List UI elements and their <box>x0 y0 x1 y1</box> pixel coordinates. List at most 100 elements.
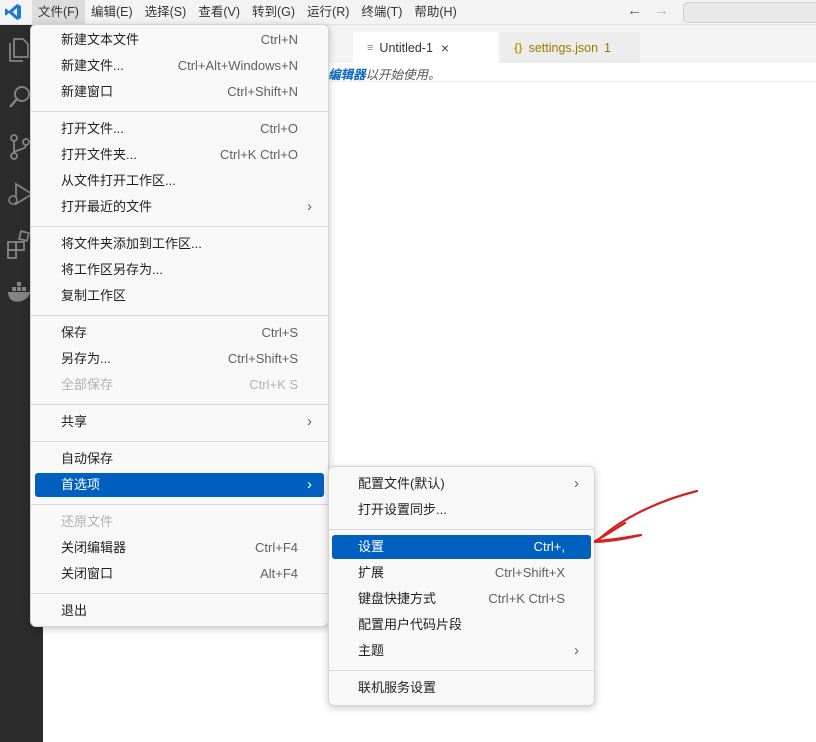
menu-item-主题[interactable]: 主题 › <box>332 639 591 663</box>
chevron-right-icon: › <box>574 475 579 492</box>
preferences-submenu: 配置文件(默认) › 打开设置同步... 设置 Ctrl+, 扩展 Ctrl+Shift+X… <box>328 466 595 706</box>
menu-item-新建窗口[interactable]: 新建窗口 Ctrl+Shift+N <box>35 80 324 104</box>
menu-item-label: 打开文件... <box>61 121 124 136</box>
menu-item-关闭编辑器[interactable]: 关闭编辑器 Ctrl+F4 <box>35 536 324 560</box>
menu-item-label: 另存为... <box>61 351 111 366</box>
close-icon[interactable]: × <box>441 40 449 56</box>
text-file-icon: ≡ <box>367 41 374 54</box>
menu-item-打开文件夹[interactable]: 打开文件夹... Ctrl+K Ctrl+O <box>35 143 324 167</box>
editor-hint-text: 以开始使用。 <box>365 68 441 82</box>
menu-item-将文件夹添加到工作区[interactable]: 将文件夹添加到工作区... <box>35 232 324 256</box>
menu-go[interactable]: 转到(G) <box>246 0 301 24</box>
problem-count-badge: 1 <box>604 40 611 55</box>
menu-item-shortcut: Ctrl+Shift+S <box>227 351 298 366</box>
menu-item-关闭窗口[interactable]: 关闭窗口 Alt+F4 <box>35 562 324 586</box>
vscode-logo-icon[interactable] <box>4 3 22 21</box>
annotation-arrow <box>593 489 699 544</box>
menu-item-label: 保存 <box>61 325 88 340</box>
menu-item-shortcut: Ctrl+S <box>261 325 298 340</box>
tab-settings-json[interactable]: {} settings.json 1 <box>500 32 640 63</box>
menu-item-联机服务设置[interactable]: 联机服务设置 <box>332 676 591 700</box>
chevron-right-icon: › <box>307 198 312 215</box>
menu-item-label: 主题 <box>358 643 385 658</box>
menu-separator <box>31 441 328 442</box>
menu-item-shortcut: Ctrl+K Ctrl+S <box>488 591 565 606</box>
menu-view[interactable]: 查看(V) <box>192 0 246 24</box>
title-bar: 文件(F) 编辑(E) 选择(S) 查看(V) 转到(G) 运行(R) 终端(T… <box>0 0 816 25</box>
json-file-icon: {} <box>514 41 523 54</box>
editor-hint-link[interactable]: 编辑器 <box>328 68 366 82</box>
menu-item-自动保存[interactable]: 自动保存 <box>35 447 324 471</box>
menu-separator <box>329 529 594 530</box>
menu-item-首选项[interactable]: 首选项 › <box>35 473 324 497</box>
menu-item-label: 关闭窗口 <box>61 566 114 581</box>
tab-untitled-1[interactable]: ≡ Untitled-1 × <box>353 32 498 63</box>
menu-item-还原文件[interactable]: 还原文件 <box>35 510 324 534</box>
chevron-right-icon: › <box>307 476 312 493</box>
menu-item-label: 复制工作区 <box>61 288 127 303</box>
menu-separator <box>31 404 328 405</box>
menu-item-label: 打开文件夹... <box>61 147 137 162</box>
menu-item-配置用户代码片段[interactable]: 配置用户代码片段 <box>332 613 591 637</box>
menu-item-label: 退出 <box>61 603 88 618</box>
menu-item-从文件打开工作区[interactable]: 从文件打开工作区... <box>35 169 324 193</box>
menu-item-共享[interactable]: 共享 › <box>35 410 324 434</box>
editor-line-divider <box>330 81 816 82</box>
menu-item-全部保存[interactable]: 全部保存 Ctrl+K S <box>35 373 324 397</box>
menu-item-保存[interactable]: 保存 Ctrl+S <box>35 321 324 345</box>
menu-file[interactable]: 文件(F) <box>32 0 85 24</box>
menu-terminal[interactable]: 终端(T) <box>355 0 408 24</box>
menu-item-label: 全部保存 <box>61 377 114 392</box>
menu-item-shortcut: Ctrl+Shift+X <box>494 565 565 580</box>
menu-edit[interactable]: 编辑(E) <box>85 0 139 24</box>
tab-label: Untitled-1 <box>379 40 433 55</box>
forward-arrow-icon[interactable]: → <box>654 2 669 19</box>
menu-run[interactable]: 运行(R) <box>301 0 355 24</box>
menu-item-打开最近的文件[interactable]: 打开最近的文件 › <box>35 195 324 219</box>
menu-item-label: 共享 <box>61 414 88 429</box>
menu-item-label: 将工作区另存为... <box>61 262 163 277</box>
menu-item-打开设置同步[interactable]: 打开设置同步... <box>332 498 591 522</box>
menu-item-shortcut: Ctrl+F4 <box>255 540 298 555</box>
menu-item-将工作区另存为[interactable]: 将工作区另存为... <box>35 258 324 282</box>
menu-item-shortcut: Ctrl+N <box>260 32 298 47</box>
menu-item-扩展[interactable]: 扩展 Ctrl+Shift+X <box>332 561 591 585</box>
menu-item-新建文本文件[interactable]: 新建文本文件 Ctrl+N <box>35 28 324 52</box>
menu-item-label: 新建窗口 <box>61 84 114 99</box>
back-arrow-icon[interactable]: ← <box>627 2 642 19</box>
menu-separator <box>31 504 328 505</box>
chevron-right-icon: › <box>574 642 579 659</box>
menu-item-另存为[interactable]: 另存为... Ctrl+Shift+S <box>35 347 324 371</box>
menu-separator <box>31 315 328 316</box>
menu-item-label: 从文件打开工作区... <box>61 173 176 188</box>
menu-item-shortcut: Ctrl+Alt+Windows+N <box>177 58 298 73</box>
menu-item-键盘快捷方式[interactable]: 键盘快捷方式 Ctrl+K Ctrl+S <box>332 587 591 611</box>
tab-label: settings.json <box>528 40 599 55</box>
menu-help[interactable]: 帮助(H) <box>408 0 462 24</box>
menu-item-label: 将文件夹添加到工作区... <box>61 236 202 251</box>
menu-item-新建文件[interactable]: 新建文件... Ctrl+Alt+Windows+N <box>35 54 324 78</box>
menu-item-label: 联机服务设置 <box>358 680 437 695</box>
menu-item-label: 扩展 <box>358 565 385 580</box>
menu-item-shortcut: Ctrl+K Ctrl+O <box>219 147 298 162</box>
command-center-search[interactable] <box>683 2 816 23</box>
menu-separator <box>31 111 328 112</box>
menu-item-label: 首选项 <box>61 477 101 492</box>
menu-item-设置[interactable]: 设置 Ctrl+, <box>332 535 591 559</box>
menu-item-label: 设置 <box>358 539 385 554</box>
menu-item-shortcut: Ctrl+O <box>260 121 298 136</box>
menu-item-shortcut: Ctrl+, <box>533 539 565 554</box>
file-menu: 新建文本文件 Ctrl+N 新建文件... Ctrl+Alt+Windows+N 新建窗… <box>30 24 329 627</box>
menu-item-退出[interactable]: 退出 <box>35 599 324 623</box>
menu-selection[interactable]: 选择(S) <box>139 0 193 24</box>
menu-item-label: 还原文件 <box>61 514 114 529</box>
menu-item-shortcut: Ctrl+K S <box>249 377 298 392</box>
menu-item-配置文件-默认[interactable]: 配置文件(默认) › <box>332 472 591 496</box>
menu-item-label: 配置用户代码片段 <box>358 617 463 632</box>
menu-bar: 文件(F) 编辑(E) 选择(S) 查看(V) 转到(G) 运行(R) 终端(T… <box>32 0 463 24</box>
chevron-right-icon: › <box>307 413 312 430</box>
menu-item-label: 打开设置同步... <box>358 502 447 517</box>
menu-item-打开文件[interactable]: 打开文件... Ctrl+O <box>35 117 324 141</box>
menu-item-shortcut: Ctrl+Shift+N <box>227 84 298 99</box>
menu-item-复制工作区[interactable]: 复制工作区 <box>35 284 324 308</box>
